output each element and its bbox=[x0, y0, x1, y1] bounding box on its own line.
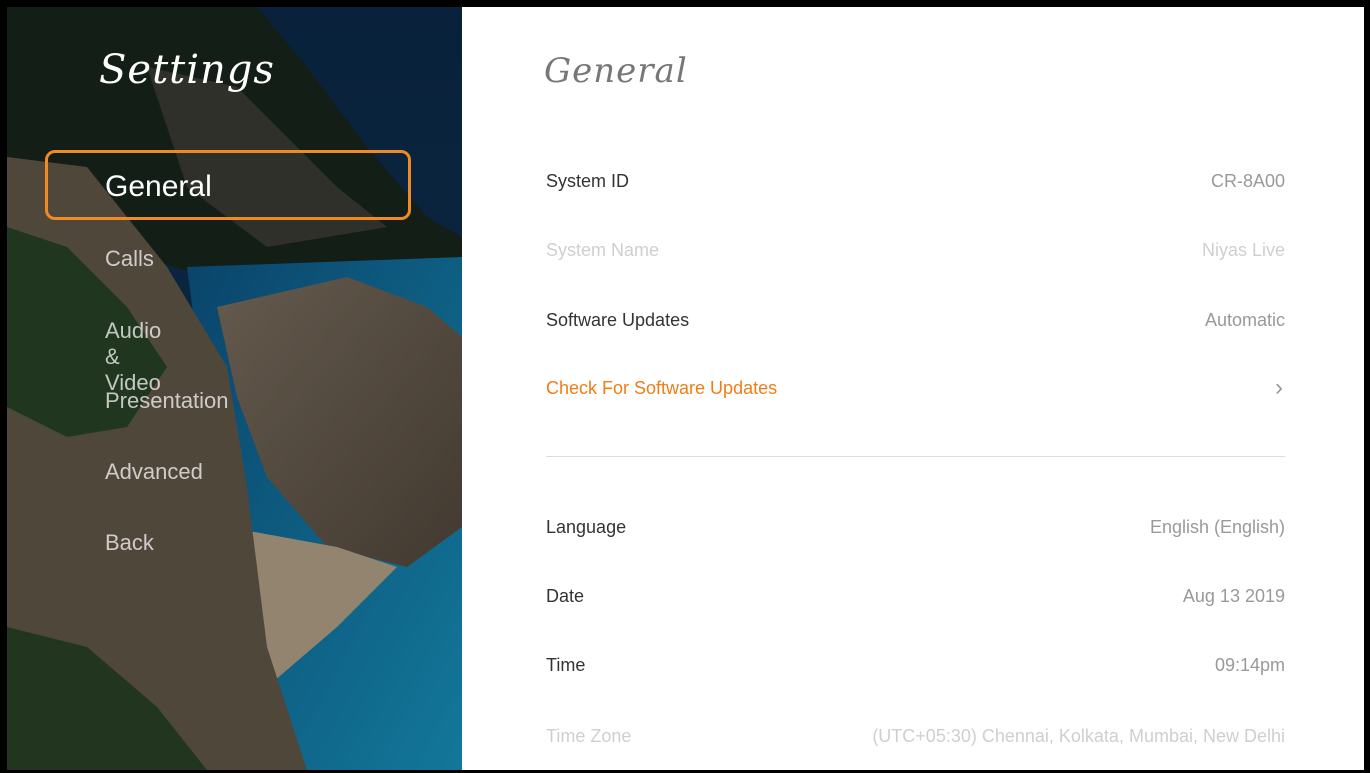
setting-value: CR-8A00 bbox=[1210, 171, 1285, 191]
section-divider bbox=[546, 456, 1285, 457]
sidebar-item-presentation[interactable]: Presentation bbox=[105, 388, 229, 414]
setting-value: English (English) bbox=[1149, 517, 1285, 537]
setting-language[interactable]: Language English (English) bbox=[546, 509, 1285, 545]
setting-value: Niyas Live bbox=[1201, 240, 1285, 260]
setting-value: (UTC+05:30) Chennai, Kolkata, Mumbai, Ne… bbox=[872, 726, 1285, 746]
setting-system-name: System Name Niyas Live bbox=[546, 232, 1285, 268]
setting-label: System ID bbox=[546, 171, 630, 191]
setting-software-updates[interactable]: Software Updates Automatic bbox=[546, 302, 1285, 338]
sidebar-item-back[interactable]: Back bbox=[105, 530, 154, 556]
setting-label: Time Zone bbox=[546, 726, 632, 746]
setting-label: Software Updates bbox=[546, 310, 690, 330]
setting-system-id[interactable]: System ID CR-8A00 bbox=[546, 163, 1285, 199]
setting-label: Time bbox=[546, 655, 586, 675]
setting-value: Aug 13 2019 bbox=[1182, 586, 1285, 606]
setting-value: 09:14pm bbox=[1214, 655, 1285, 675]
setting-time[interactable]: Time 09:14pm bbox=[546, 647, 1285, 683]
sidebar-item-calls[interactable]: Calls bbox=[105, 246, 154, 272]
setting-value: Automatic bbox=[1204, 310, 1285, 330]
setting-label: Check For Software Updates bbox=[546, 378, 778, 398]
sidebar-item-audio-video[interactable]: Audio & Video bbox=[105, 318, 161, 396]
setting-date[interactable]: Date Aug 13 2019 bbox=[546, 578, 1285, 614]
settings-panel: General System ID CR-8A00 System Name Ni… bbox=[462, 7, 1364, 770]
setting-label: Language bbox=[546, 517, 627, 537]
sidebar-item-general[interactable]: General bbox=[45, 150, 411, 220]
setting-label: Date bbox=[546, 586, 585, 606]
sidebar-item-advanced[interactable]: Advanced bbox=[105, 459, 203, 485]
setting-label: System Name bbox=[546, 240, 660, 260]
sidebar-item-label: General bbox=[105, 170, 212, 203]
setting-time-zone: Time Zone (UTC+05:30) Chennai, Kolkata, … bbox=[546, 718, 1285, 754]
sidebar-background-image bbox=[7, 7, 462, 770]
sidebar-title: Settings bbox=[99, 47, 275, 93]
settings-window: Settings General Calls Audio & Video Pre… bbox=[5, 5, 1366, 772]
page-title: General bbox=[544, 51, 688, 91]
chevron-right-icon: › bbox=[1275, 374, 1283, 401]
check-for-software-updates-button[interactable]: Check For Software Updates › bbox=[546, 370, 1285, 406]
sidebar: Settings General Calls Audio & Video Pre… bbox=[7, 7, 462, 770]
